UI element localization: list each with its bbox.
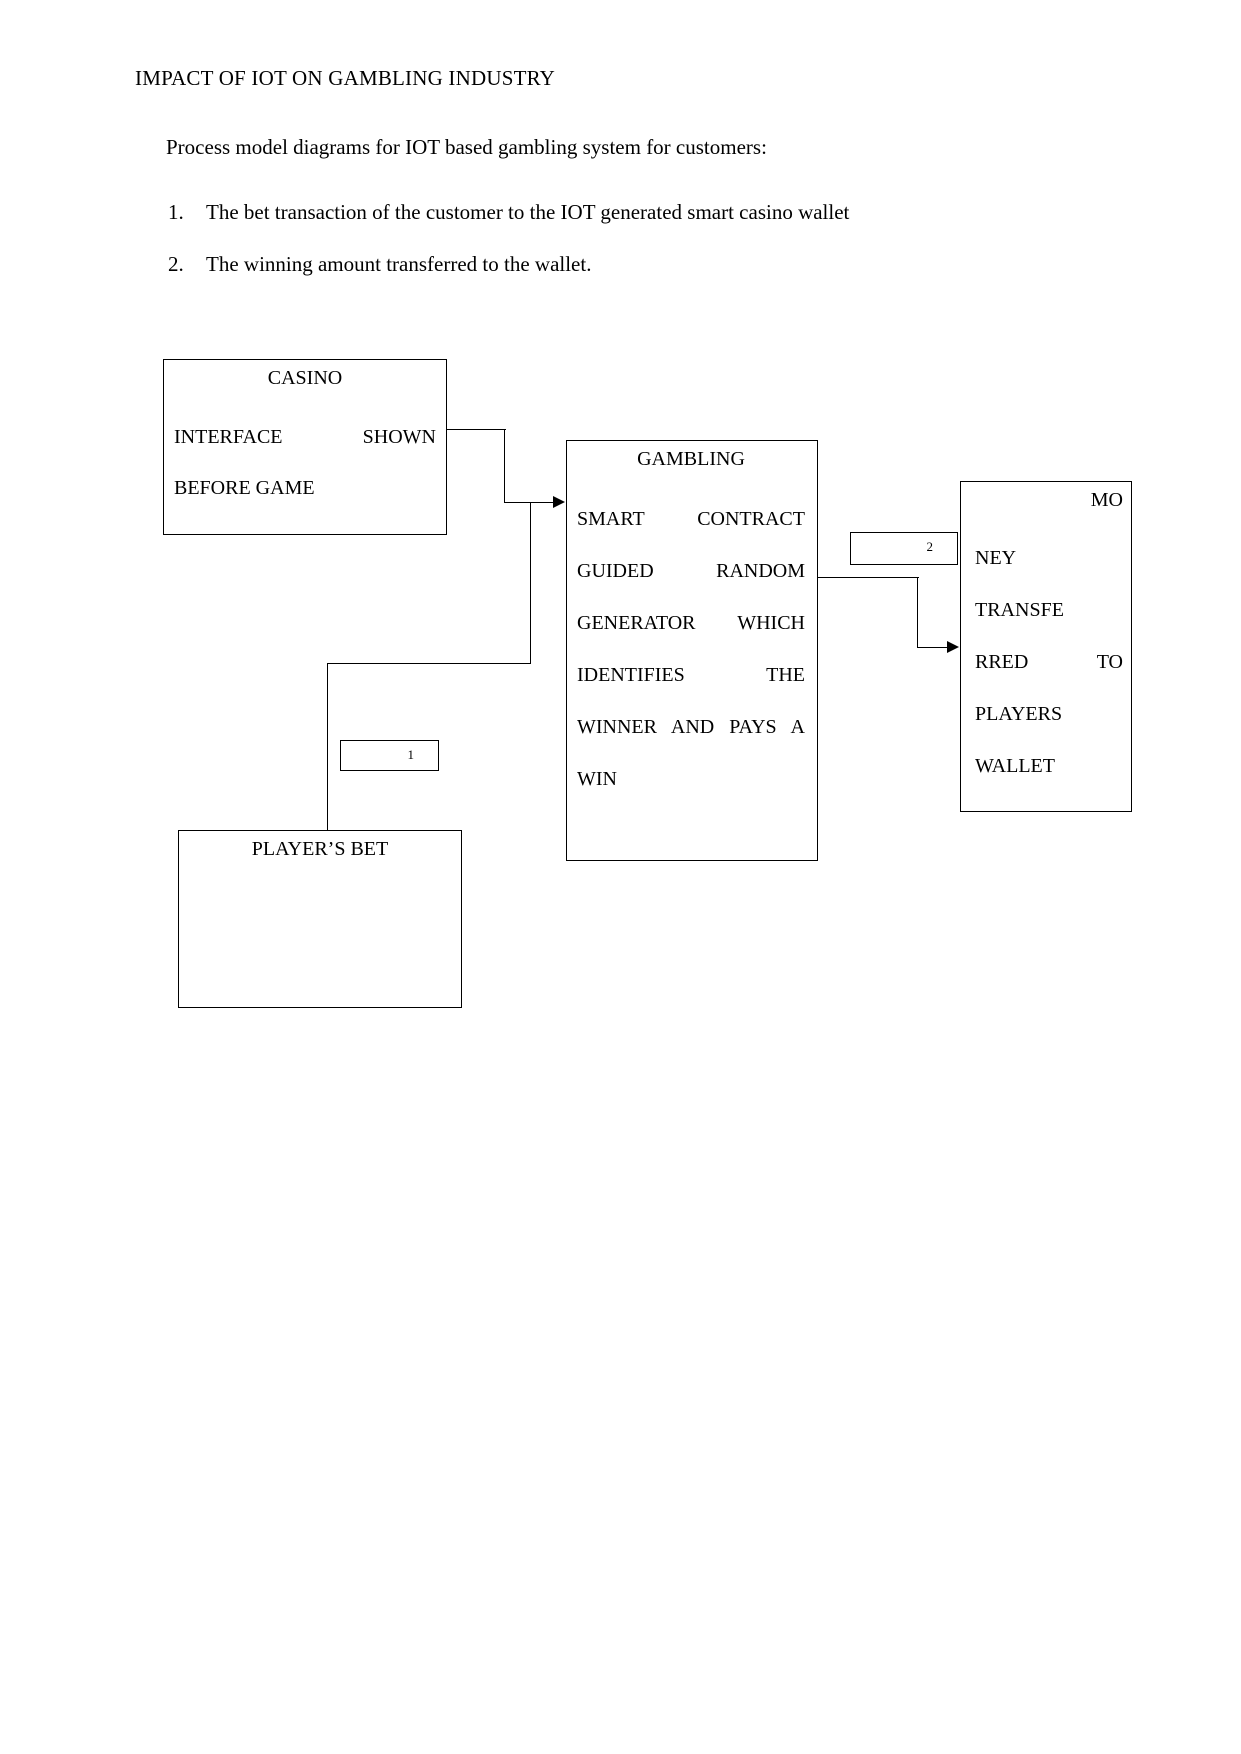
document-page: IMPACT OF IOT ON GAMBLING INDUSTRY Proce… <box>0 0 1241 1754</box>
node-players-bet-title: PLAYER’S BET <box>251 838 389 860</box>
node-casino-title: CASINO <box>267 367 343 389</box>
edge-label-1[interactable]: 1 <box>340 740 439 771</box>
node-money-body-line-5: WALLET <box>975 755 1055 777</box>
arrowhead-into-gambling <box>553 496 565 508</box>
node-gambling-content: GAMBLING SMART CONTRACT GUIDED RANDOM GE… <box>567 441 817 805</box>
justified-word: TO <box>1096 651 1123 673</box>
node-money-body-line-3-wrap: RRED TO <box>975 636 1123 688</box>
node-money-content: MO NEY TRANSFE RRED TO PLAYERS WALLET <box>961 482 1131 792</box>
edge-gambling-to-money-v <box>917 577 919 648</box>
node-gambling-title: GAMBLING <box>637 448 745 470</box>
node-money-body: NEY TRANSFE RRED TO PLAYERS WALLET <box>975 532 1123 792</box>
node-casino-body-line-2: BEFORE GAME <box>174 477 315 499</box>
edge-playerbet-to-gambling-v1 <box>327 663 329 831</box>
node-money-body-line-2: TRANSFE <box>975 599 1064 621</box>
edge-label-2[interactable]: 2 <box>850 532 958 565</box>
justified-word: RRED <box>975 651 1029 673</box>
node-gambling-body: SMART CONTRACT GUIDED RANDOM GENERATOR W… <box>577 508 805 790</box>
edge-casino-to-gambling-v <box>504 429 506 503</box>
node-casino-content: CASINO INTERFACE SHOWN BEFORE GAME <box>164 360 446 514</box>
node-casino-interface[interactable]: CASINO INTERFACE SHOWN BEFORE GAME <box>163 359 447 535</box>
justified-word: SHOWN <box>362 426 436 448</box>
node-players-bet[interactable]: PLAYER’S BET <box>178 830 462 1008</box>
node-players-bet-content: PLAYER’S BET <box>179 831 461 859</box>
justified-word: INTERFACE <box>174 426 283 448</box>
node-casino-body: INTERFACE SHOWN BEFORE GAME <box>174 412 436 514</box>
edge-casino-to-gambling-h2 <box>504 502 554 504</box>
node-gambling-smart-contract[interactable]: GAMBLING SMART CONTRACT GUIDED RANDOM GE… <box>566 440 818 861</box>
arrowhead-into-money <box>947 641 959 653</box>
node-money-transferred[interactable]: MO NEY TRANSFE RRED TO PLAYERS WALLET <box>960 481 1132 812</box>
edge-playerbet-to-gambling-h <box>327 663 531 665</box>
edge-gambling-to-money-h2 <box>917 647 948 649</box>
process-model-diagram: CASINO INTERFACE SHOWN BEFORE GAME GAMBLI… <box>0 0 1241 1754</box>
edge-casino-to-gambling-h1 <box>447 429 506 431</box>
edge-playerbet-to-gambling-v2 <box>530 502 532 664</box>
node-money-body-line-4: PLAYERS <box>975 703 1063 725</box>
edge-gambling-to-money-h1 <box>818 577 919 579</box>
node-money-body-line-1: NEY <box>975 547 1017 569</box>
node-money-title: MO <box>1090 489 1123 511</box>
